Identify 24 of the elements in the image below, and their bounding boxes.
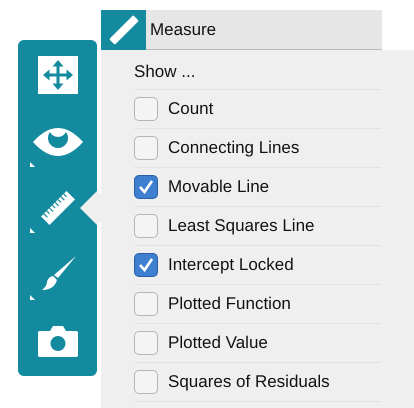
- checkbox[interactable]: [134, 370, 158, 394]
- checkbox[interactable]: [134, 175, 158, 199]
- checkbox[interactable]: [134, 97, 158, 121]
- section-label: Show ...: [134, 60, 196, 83]
- checkmark-icon: [137, 256, 155, 274]
- checkbox[interactable]: [134, 292, 158, 316]
- option-label: Least Squares Line: [168, 215, 314, 238]
- ruler-icon: [101, 10, 146, 50]
- checkbox[interactable]: [134, 136, 158, 160]
- camera-icon: [36, 324, 78, 358]
- option-label: Squares of Residuals: [168, 371, 330, 394]
- option-label: Plotted Function: [168, 293, 291, 316]
- checkmark-icon: [137, 178, 155, 196]
- checkbox[interactable]: [134, 331, 158, 355]
- option-label: Movable Line: [168, 176, 270, 198]
- option-label: Intercept Locked: [168, 254, 294, 276]
- panel-title: Measure: [146, 10, 382, 50]
- eye-icon: [32, 126, 84, 158]
- checkbox[interactable]: [134, 214, 158, 238]
- move-icon: [38, 56, 78, 94]
- checkbox[interactable]: [134, 253, 158, 277]
- option-label: Plotted Value: [168, 332, 268, 354]
- option-label: Connecting Lines: [168, 137, 300, 160]
- option-label: Count: [168, 98, 214, 120]
